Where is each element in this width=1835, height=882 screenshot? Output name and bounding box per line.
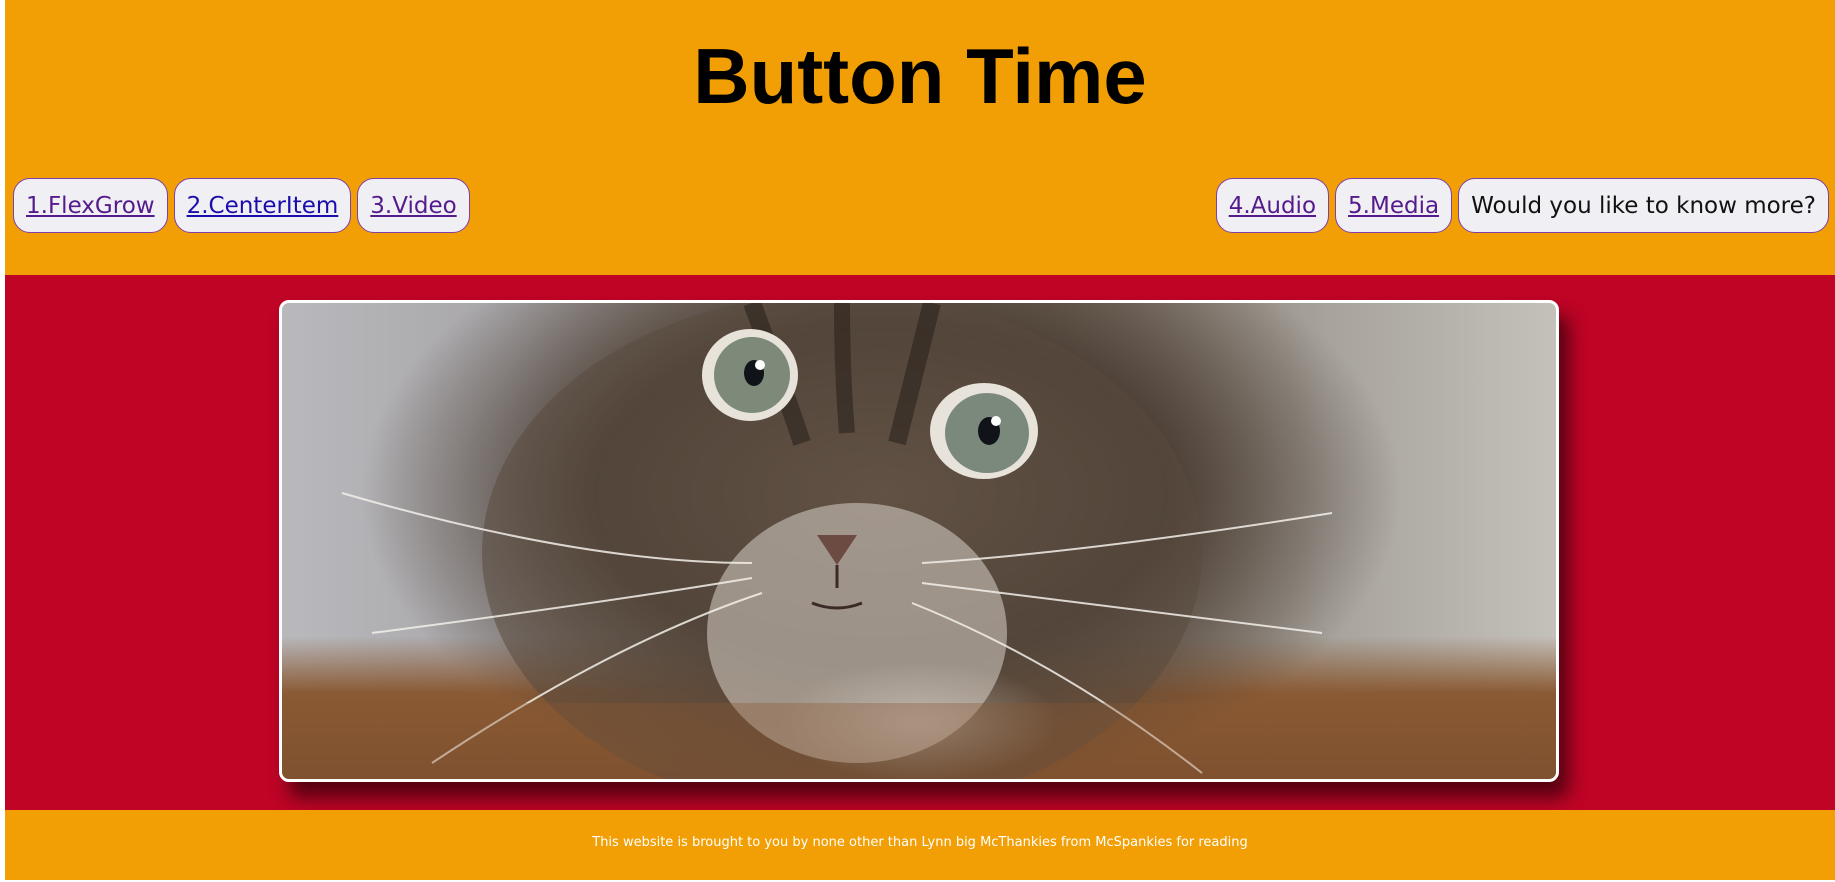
know-more-button[interactable]: Would you like to know more?: [1458, 178, 1829, 233]
nav-left: 1.FlexGrow 2.CenterItem 3.Video: [13, 178, 470, 233]
nav-right: 4.Audio 5.Media Would you like to know m…: [1215, 178, 1829, 233]
nav-button-centeritem[interactable]: 2.CenterItem: [173, 178, 352, 233]
page-title: Button Time: [693, 32, 1147, 120]
footer-credit-text: This website is brought to you by none o…: [592, 835, 1248, 850]
nav-button-video[interactable]: 3.Video: [357, 178, 470, 233]
nav-button-audio[interactable]: 4.Audio: [1215, 178, 1330, 233]
page: Button Time 1.FlexGrow 2.CenterItem 3.Vi…: [5, 0, 1835, 880]
nav-button-media[interactable]: 5.Media: [1335, 178, 1453, 233]
kitten-image: [279, 300, 1559, 782]
main-content: [5, 275, 1835, 810]
kitten-illustration: [282, 303, 1556, 779]
header: Button Time 1.FlexGrow 2.CenterItem 3.Vi…: [5, 0, 1835, 275]
nav-button-flexgrow[interactable]: 1.FlexGrow: [13, 178, 168, 233]
footer: This website is brought to you by none o…: [5, 810, 1835, 880]
